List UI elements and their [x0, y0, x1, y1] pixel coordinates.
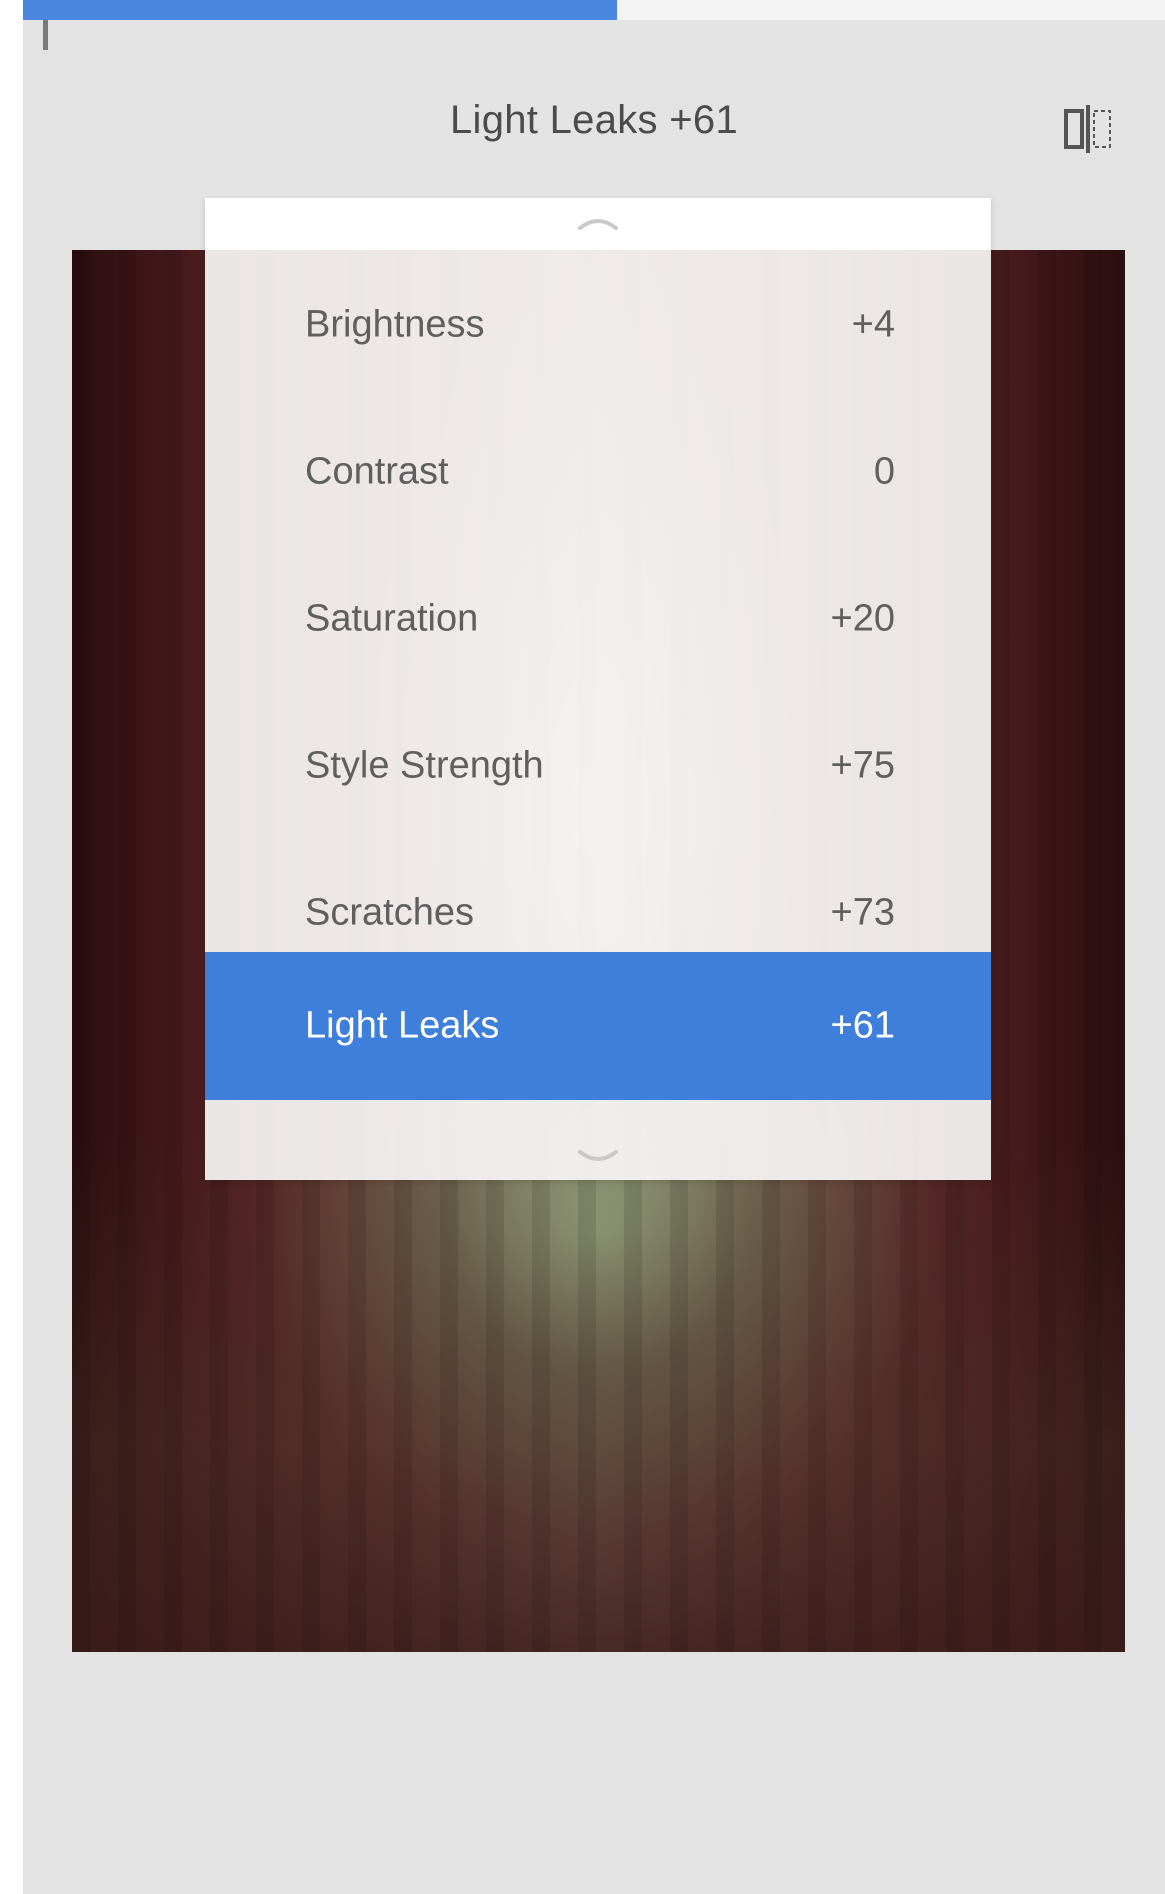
menu-item-style-strength[interactable]: Style Strength +75 — [205, 693, 991, 839]
menu-item-value: +4 — [851, 303, 895, 346]
menu-item-value: +20 — [830, 597, 895, 640]
chevron-down-icon — [578, 1150, 618, 1161]
scroll-down-button[interactable] — [573, 1146, 623, 1170]
compare-button[interactable] — [1053, 94, 1123, 164]
menu-item-label: Light Leaks — [305, 1004, 500, 1047]
compare-split-icon — [1064, 105, 1111, 153]
menu-item-saturation[interactable]: Saturation +20 — [205, 546, 991, 692]
menu-item-label: Brightness — [305, 303, 485, 346]
menu-item-label: Contrast — [305, 450, 449, 493]
progress-fill — [23, 0, 617, 20]
progress-track — [23, 0, 1165, 20]
menu-item-value: +73 — [830, 891, 895, 934]
adjustment-menu: Brightness +4 Contrast 0 Saturation +20 Style … — [205, 198, 991, 1180]
top-bar: Light Leaks +61 — [23, 70, 1165, 190]
menu-item-label: Style Strength — [305, 744, 544, 787]
edge-marker — [43, 20, 48, 50]
menu-item-value: +75 — [830, 744, 895, 787]
scroll-up-button[interactable] — [573, 210, 623, 234]
app-frame: Light Leaks +61 Brightness +4 Contrast 0 Sat… — [23, 0, 1165, 1894]
menu-item-contrast[interactable]: Contrast 0 — [205, 399, 991, 545]
menu-item-value: 0 — [873, 450, 895, 493]
menu-item-label: Saturation — [305, 597, 479, 640]
chevron-up-icon — [578, 219, 618, 230]
menu-item-light-leaks[interactable]: Light Leaks +61 — [205, 952, 991, 1100]
menu-item-value: +61 — [830, 1004, 895, 1047]
menu-item-label: Scratches — [305, 891, 474, 934]
page-title: Light Leaks +61 — [449, 98, 739, 142]
menu-item-brightness[interactable]: Brightness +4 — [205, 252, 991, 398]
